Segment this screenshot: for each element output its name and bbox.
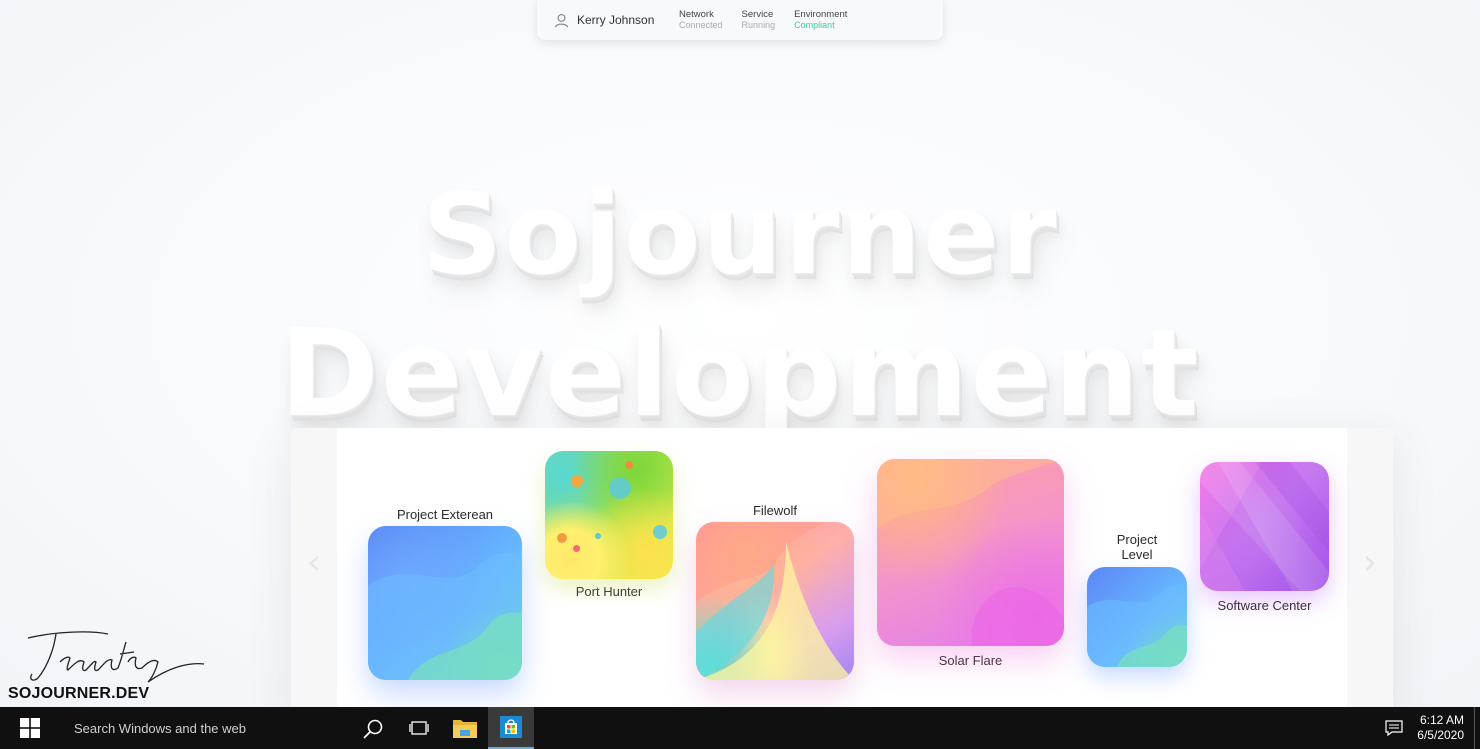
show-desktop-button[interactable]: [1474, 707, 1480, 749]
app-label: Solar Flare: [938, 653, 1003, 668]
port-hunter-icon: [545, 451, 673, 579]
file-explorer-button[interactable]: [442, 707, 488, 749]
clock[interactable]: 6:12 AM 6/5/2020: [1411, 713, 1474, 743]
service-value: Running: [741, 20, 776, 30]
search-icon[interactable]: [362, 718, 384, 740]
app-label: Project Exterean: [396, 507, 494, 522]
service-status: Service Running: [741, 9, 776, 31]
app-solar-flare[interactable]: Solar Flare: [877, 459, 1064, 668]
notification-icon: [1385, 720, 1403, 737]
app-label: Software Center: [1217, 598, 1312, 613]
action-center-button[interactable]: [1377, 719, 1411, 737]
app-project-exterean[interactable]: Project Exterean: [368, 507, 522, 680]
project-exterean-icon: [368, 526, 522, 680]
hero-title-line2: Development: [279, 305, 1201, 444]
windows-logo-icon: [20, 718, 40, 738]
domain-text: SOJOURNER.DEV: [8, 685, 150, 702]
software-center-icon: [1200, 462, 1329, 591]
status-bar: Kerry Johnson Network Connected Service …: [537, 0, 943, 40]
network-value: Connected: [679, 20, 723, 30]
carousel-track: Project Exterean Port Hunter Filewolf So…: [337, 428, 1347, 707]
hero-title-line1: Sojourner: [421, 170, 1059, 300]
start-button[interactable]: [0, 707, 60, 749]
app-label: Port Hunter: [575, 584, 643, 599]
user-name: Kerry Johnson: [577, 13, 655, 27]
clock-time: 6:12 AM: [1419, 713, 1464, 727]
solar-flare-icon: [877, 459, 1064, 646]
network-status: Network Connected: [679, 9, 723, 31]
user-icon: [554, 13, 569, 27]
taskbar-search-input[interactable]: Search Windows and the web: [60, 707, 396, 749]
project-level-icon: [1087, 567, 1187, 667]
app-software-center[interactable]: Software Center: [1200, 462, 1329, 613]
taskbar: Search Windows and the web 6:12 AM 6/5/2…: [0, 707, 1480, 749]
environment-value: Compliant: [794, 20, 835, 30]
system-tray: 6:12 AM 6/5/2020: [1377, 707, 1480, 749]
app-filewolf[interactable]: Filewolf: [696, 503, 854, 680]
trinity-signature-logo: [27, 631, 205, 683]
app-carousel: ‹ Project Exterean Port Hunter Filewolf …: [291, 428, 1393, 707]
store-icon: [500, 716, 522, 738]
app-port-hunter[interactable]: Port Hunter: [545, 451, 673, 599]
filewolf-icon: [696, 522, 854, 680]
brand-logo: SOJOURNER.DEV: [8, 628, 208, 704]
clock-date: 6/5/2020: [1417, 728, 1464, 742]
environment-label: Environment: [794, 9, 848, 20]
folder-icon: [453, 720, 477, 738]
service-label: Service: [741, 9, 774, 20]
carousel-next-icon[interactable]: ›: [1355, 543, 1385, 583]
app-label: Filewolf: [752, 503, 798, 518]
app-project-level[interactable]: Project Level: [1087, 532, 1187, 667]
desktop: Kerry Johnson Network Connected Service …: [0, 0, 1480, 707]
carousel-prev-icon[interactable]: ‹: [299, 543, 329, 583]
user-info[interactable]: Kerry Johnson: [537, 12, 679, 29]
environment-status: Environment Compliant: [794, 9, 848, 31]
network-label: Network: [679, 9, 714, 20]
app-label: Project Level: [1116, 532, 1158, 562]
task-view-button[interactable]: [396, 707, 442, 749]
search-placeholder: Search Windows and the web: [74, 720, 246, 736]
store-button[interactable]: [488, 707, 534, 749]
task-view-icon: [409, 721, 429, 735]
